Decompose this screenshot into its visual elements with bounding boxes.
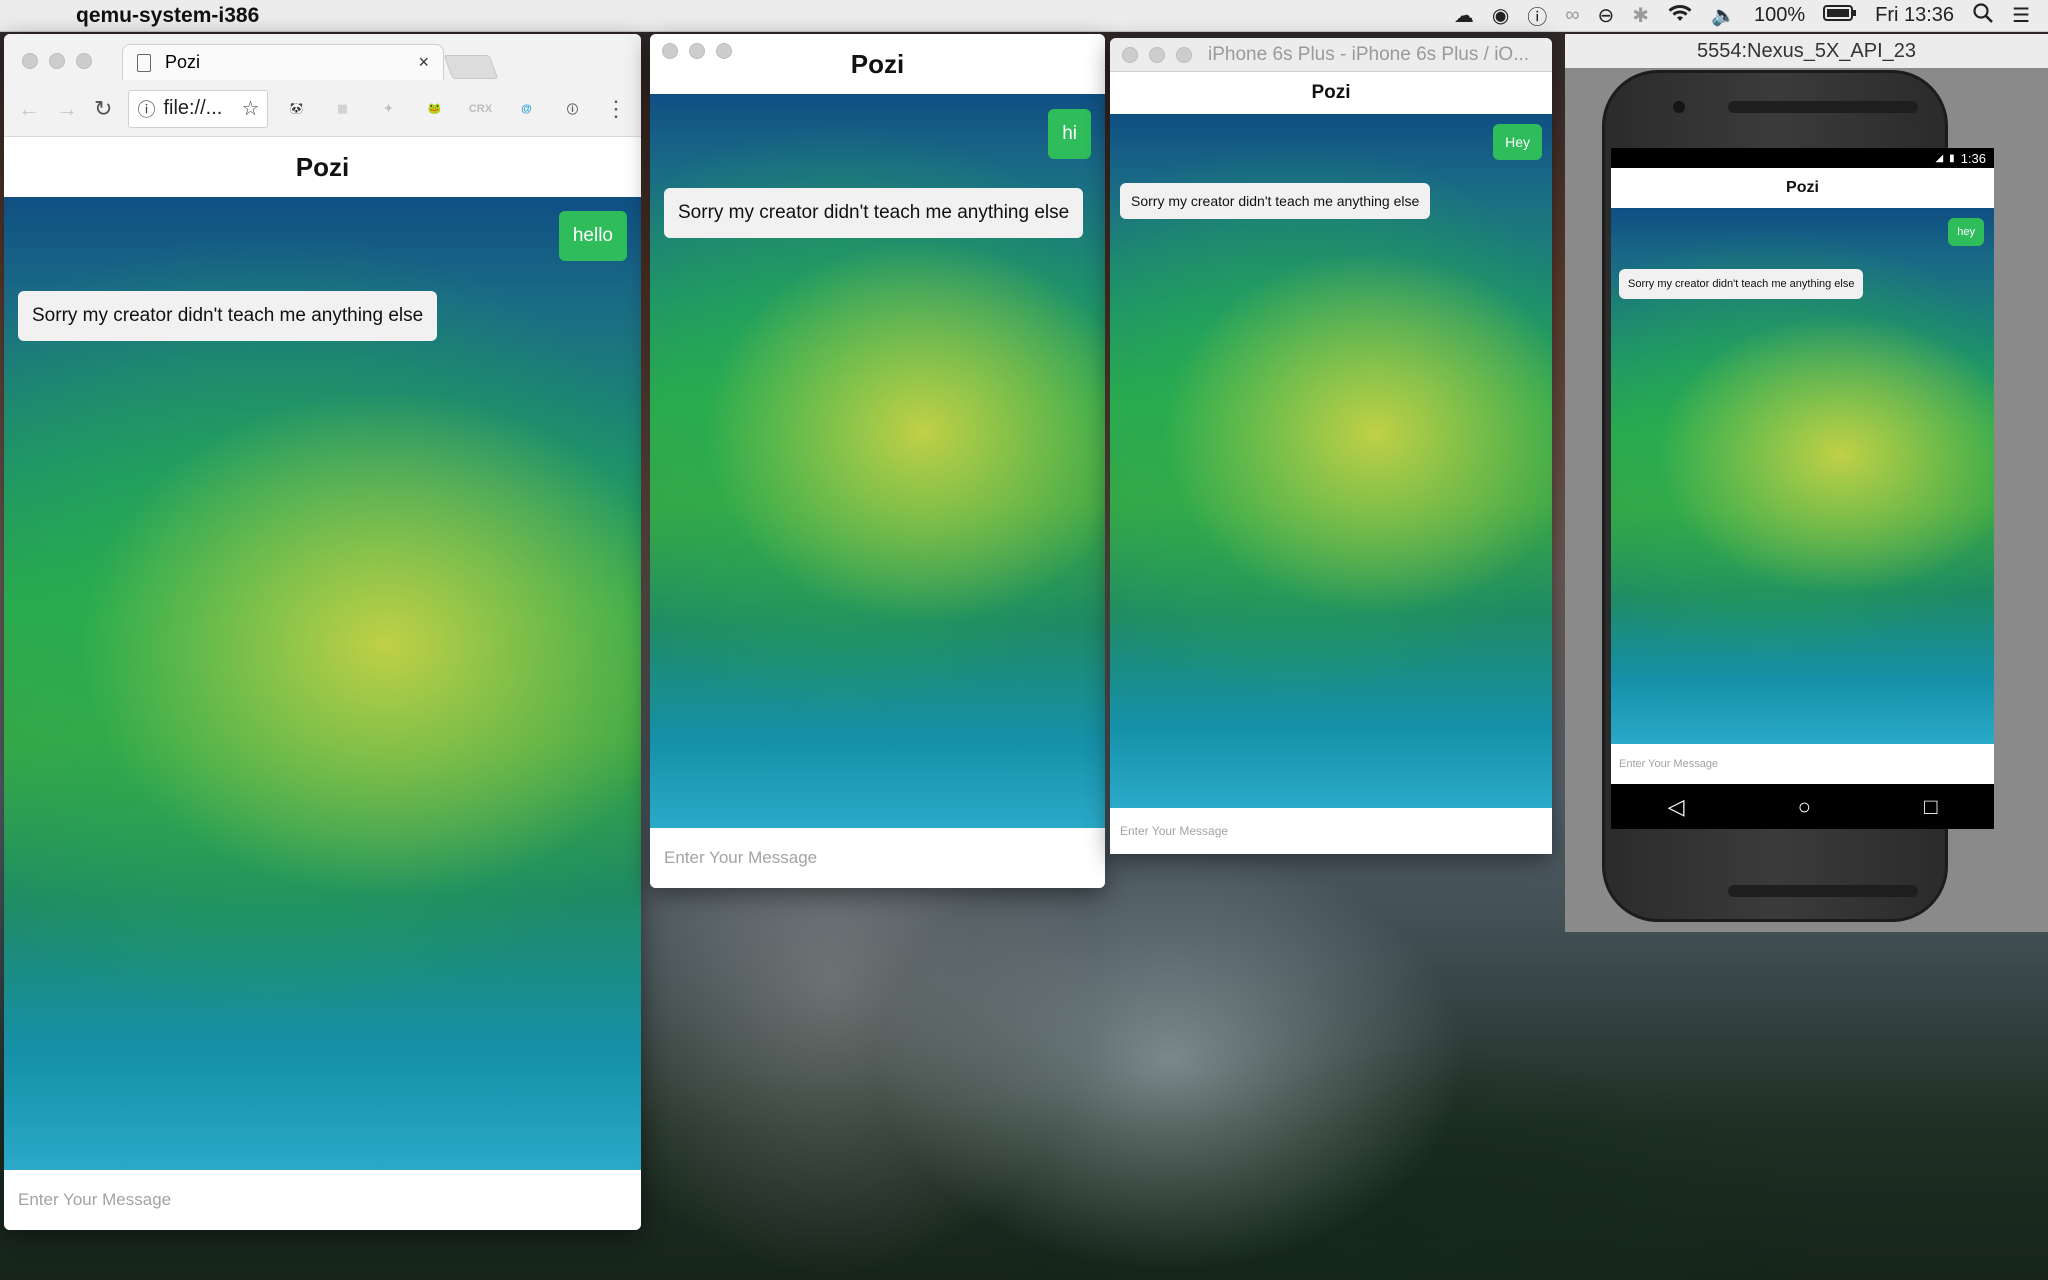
at-extension-icon[interactable]: @ — [514, 97, 538, 121]
panda-extension-icon[interactable]: 🐼 — [284, 97, 308, 121]
simulator-titlebar: iPhone 6s Plus - iPhone 6s Plus / iO... — [1110, 38, 1552, 72]
app-header: Pozi — [1611, 168, 1994, 208]
android-nav-bar: ◁ ○ □ — [1611, 784, 1994, 829]
user-message-bubble: Hey — [1493, 124, 1542, 160]
message-input-bar — [1110, 808, 1552, 854]
info-extension-icon[interactable]: ⓘ — [560, 97, 584, 121]
browser-tab[interactable]: Pozi × — [122, 44, 444, 80]
window-controls — [22, 53, 92, 69]
chrome-menu-icon[interactable]: ⋮ — [605, 96, 627, 122]
tab-title: Pozi — [165, 52, 201, 72]
chat-area[interactable]: hello Sorry my creator didn't teach me a… — [4, 197, 641, 1170]
url-text: file://... — [163, 97, 223, 119]
chat-area[interactable]: Hey Sorry my creator didn't teach me any… — [1110, 114, 1552, 808]
menu-bar: qemu-system-i386 ☁ ◉ ⓘ ∞ ⊖ ✱ 🔈 100% Fri … — [0, 0, 2048, 32]
battery-icon[interactable] — [1823, 4, 1857, 28]
zoom-window-button[interactable] — [1176, 47, 1192, 63]
home-nav-icon[interactable]: ○ — [1798, 794, 1811, 820]
window-controls — [1122, 47, 1192, 63]
emulator-title: 5554:Nexus_5X_API_23 — [1565, 34, 2048, 68]
message-input[interactable] — [1120, 824, 1542, 838]
airplay-icon[interactable]: ◉ — [1492, 3, 1509, 28]
spotlight-search-icon[interactable] — [1972, 2, 1994, 30]
back-nav-icon[interactable]: ◁ — [1668, 794, 1685, 820]
battery-icon: ▮ — [1949, 152, 1955, 164]
page-icon — [137, 53, 151, 72]
desktop-app-window: Pozi hi Sorry my creator didn't teach me… — [650, 34, 1105, 888]
wifi-icon[interactable] — [1667, 3, 1693, 29]
crx-extension-icon[interactable]: CRX — [468, 97, 492, 121]
close-window-button[interactable] — [22, 53, 38, 69]
bot-reply-bubble: Sorry my creator didn't teach me anythin… — [664, 188, 1084, 238]
zoom-window-button[interactable] — [716, 43, 732, 59]
app-title: Pozi — [1311, 82, 1351, 103]
close-window-button[interactable] — [662, 43, 678, 59]
bot-reply-bubble: Sorry my creator didn't teach me anythin… — [1120, 183, 1431, 219]
android-status-bar: ◢ ▮ 1:36 — [1611, 148, 1994, 168]
window-controls — [662, 43, 732, 59]
back-icon[interactable]: ← — [18, 96, 40, 122]
zoom-window-button[interactable] — [76, 53, 92, 69]
status-time: 1:36 — [1960, 150, 1986, 166]
address-bar[interactable]: ⓘ file://... ☆ — [128, 89, 269, 128]
user-message-bubble: hello — [558, 211, 627, 261]
chrome-window: Pozi × ← → ↻ ⓘ file://... ☆ 🐼 ▦ ✦ 🐸 CRX @ ⓘ ⋮ … — [4, 34, 641, 1230]
password-manager-icon[interactable]: ⓘ — [1527, 1, 1547, 30]
app-title: Pozi — [850, 48, 905, 79]
app-header: Pozi — [1110, 72, 1552, 114]
browser-toolbar: ← → ↻ ⓘ file://... ☆ 🐼 ▦ ✦ 🐸 CRX @ ⓘ ⋮ — [4, 80, 641, 137]
browser-chrome: Pozi × ← → ↻ ⓘ file://... ☆ 🐼 ▦ ✦ 🐸 CRX @ ⓘ ⋮ — [4, 34, 641, 137]
notification-center-icon[interactable]: ☰ — [2012, 3, 2030, 28]
cloud-drive-icon[interactable]: ☁ — [1454, 3, 1474, 28]
top-speaker — [1728, 101, 1918, 113]
battery-percent[interactable]: 100% — [1754, 4, 1805, 27]
puzzle-extension-icon[interactable]: ✦ — [376, 97, 400, 121]
active-app-name[interactable]: qemu-system-i386 — [76, 4, 259, 28]
message-input-bar — [1611, 744, 1994, 784]
reload-icon[interactable]: ↻ — [94, 96, 112, 122]
volume-icon[interactable]: 🔈 — [1711, 3, 1736, 28]
clock[interactable]: Fri 13:36 — [1875, 4, 1954, 27]
signal-icon: ◢ — [1935, 152, 1944, 164]
grid-extension-icon[interactable]: ▦ — [330, 97, 354, 121]
bookmark-star-icon[interactable]: ☆ — [242, 96, 260, 121]
simulator-title: iPhone 6s Plus - iPhone 6s Plus / iO... — [1208, 44, 1530, 65]
minimize-window-button[interactable] — [689, 43, 705, 59]
frog-extension-icon[interactable]: 🐸 — [422, 97, 446, 121]
do-not-disturb-icon[interactable]: ⊖ — [1598, 3, 1615, 28]
app-header: Pozi — [4, 137, 641, 197]
close-window-button[interactable] — [1122, 47, 1138, 63]
creative-cloud-icon[interactable]: ∞ — [1565, 4, 1579, 27]
bot-reply-bubble: Sorry my creator didn't teach me anythin… — [1619, 269, 1864, 299]
ios-simulator-window: iPhone 6s Plus - iPhone 6s Plus / iO... … — [1110, 38, 1552, 854]
user-message-bubble: hey — [1948, 218, 1984, 246]
message-input-bar — [650, 828, 1105, 888]
bluetooth-icon[interactable]: ✱ — [1632, 3, 1649, 28]
message-input[interactable] — [1619, 758, 1986, 770]
bottom-speaker — [1728, 885, 1918, 897]
app-title: Pozi — [295, 151, 350, 182]
front-camera-icon — [1673, 101, 1685, 113]
message-input[interactable] — [18, 1190, 627, 1210]
info-icon[interactable]: ⓘ — [137, 96, 155, 122]
tab-close-icon[interactable]: × — [418, 52, 429, 73]
bot-reply-bubble: Sorry my creator didn't teach me anythin… — [18, 291, 438, 341]
android-emulator-window: 5554:Nexus_5X_API_23 ◢ ▮ 1:36 Pozi hey S… — [1565, 34, 2048, 932]
chat-area[interactable]: hey Sorry my creator didn't teach me any… — [1611, 208, 1994, 744]
status-area: ☁ ◉ ⓘ ∞ ⊖ ✱ 🔈 100% Fri 13:36 ☰ — [1454, 1, 2048, 30]
new-tab-button[interactable] — [443, 55, 499, 79]
extensions-row: 🐼 ▦ ✦ 🐸 CRX @ ⓘ — [284, 97, 584, 121]
minimize-window-button[interactable] — [1149, 47, 1165, 63]
chat-area[interactable]: hi Sorry my creator didn't teach me anyt… — [650, 94, 1105, 828]
phone-screen: ◢ ▮ 1:36 Pozi hey Sorry my creator didn'… — [1611, 148, 1994, 829]
forward-icon[interactable]: → — [56, 96, 78, 122]
user-message-bubble: hi — [1048, 109, 1091, 159]
message-input-bar — [4, 1170, 641, 1230]
app-title: Pozi — [1786, 179, 1819, 196]
recents-nav-icon[interactable]: □ — [1924, 794, 1937, 820]
message-input[interactable] — [664, 848, 1091, 868]
minimize-window-button[interactable] — [49, 53, 65, 69]
